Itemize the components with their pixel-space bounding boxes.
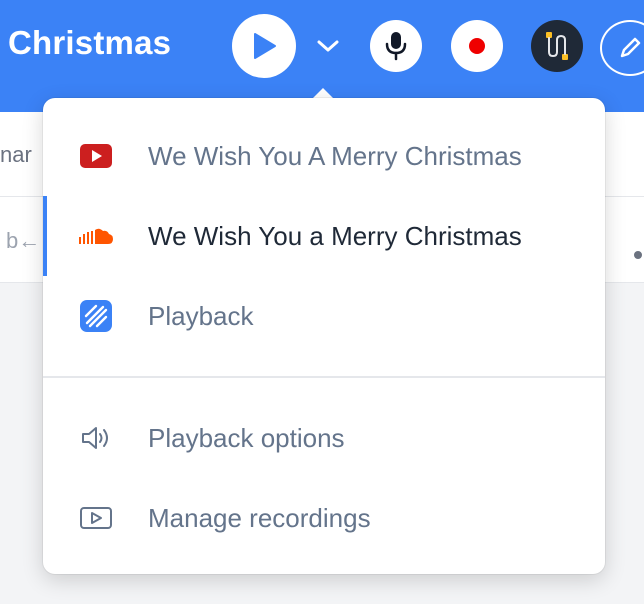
pencil-icon	[620, 37, 641, 58]
menu-item-playback-options[interactable]: Playback options	[43, 398, 605, 478]
menu-divider	[43, 376, 605, 378]
play-icon	[254, 33, 276, 59]
chevron-down-icon	[317, 40, 339, 52]
cable-button[interactable]	[531, 20, 583, 72]
record-icon	[469, 38, 485, 54]
menu-item-playback-source[interactable]: Playback	[43, 276, 605, 356]
source-menu: We Wish You A Merry Christmas We Wish Yo…	[43, 98, 605, 574]
youtube-icon	[79, 139, 113, 173]
speaker-icon	[79, 421, 113, 455]
edit-button[interactable]	[600, 20, 644, 76]
background-text: b←	[6, 228, 41, 253]
playback-logo-icon	[79, 299, 113, 333]
menu-item-label: Playback	[148, 300, 254, 331]
menu-item-label: We Wish You A Merry Christmas	[148, 140, 522, 171]
background-dot	[634, 251, 642, 259]
microphone-button[interactable]	[370, 20, 422, 72]
play-button[interactable]	[232, 14, 296, 78]
cable-icon	[546, 32, 568, 60]
menu-item-label: Manage recordings	[148, 502, 371, 533]
menu-item-manage-recordings[interactable]: Manage recordings	[43, 478, 605, 558]
page-title: Christmas	[8, 24, 172, 61]
soundcloud-icon	[79, 219, 113, 253]
video-play-icon	[79, 501, 113, 535]
expand-sources-button[interactable]	[308, 26, 348, 66]
menu-item-label: Playback options	[148, 422, 345, 453]
page: nar b← Christmas We Wish You A Merry Chr…	[0, 0, 644, 604]
microphone-icon	[385, 32, 407, 61]
active-indicator	[43, 196, 47, 276]
menu-item-soundcloud-source[interactable]: We Wish You a Merry Christmas	[43, 196, 605, 276]
menu-item-youtube-source[interactable]: We Wish You A Merry Christmas	[43, 116, 605, 196]
menu-item-label: We Wish You a Merry Christmas	[148, 220, 522, 251]
record-button[interactable]	[451, 20, 503, 72]
background-text: nar	[0, 142, 32, 167]
